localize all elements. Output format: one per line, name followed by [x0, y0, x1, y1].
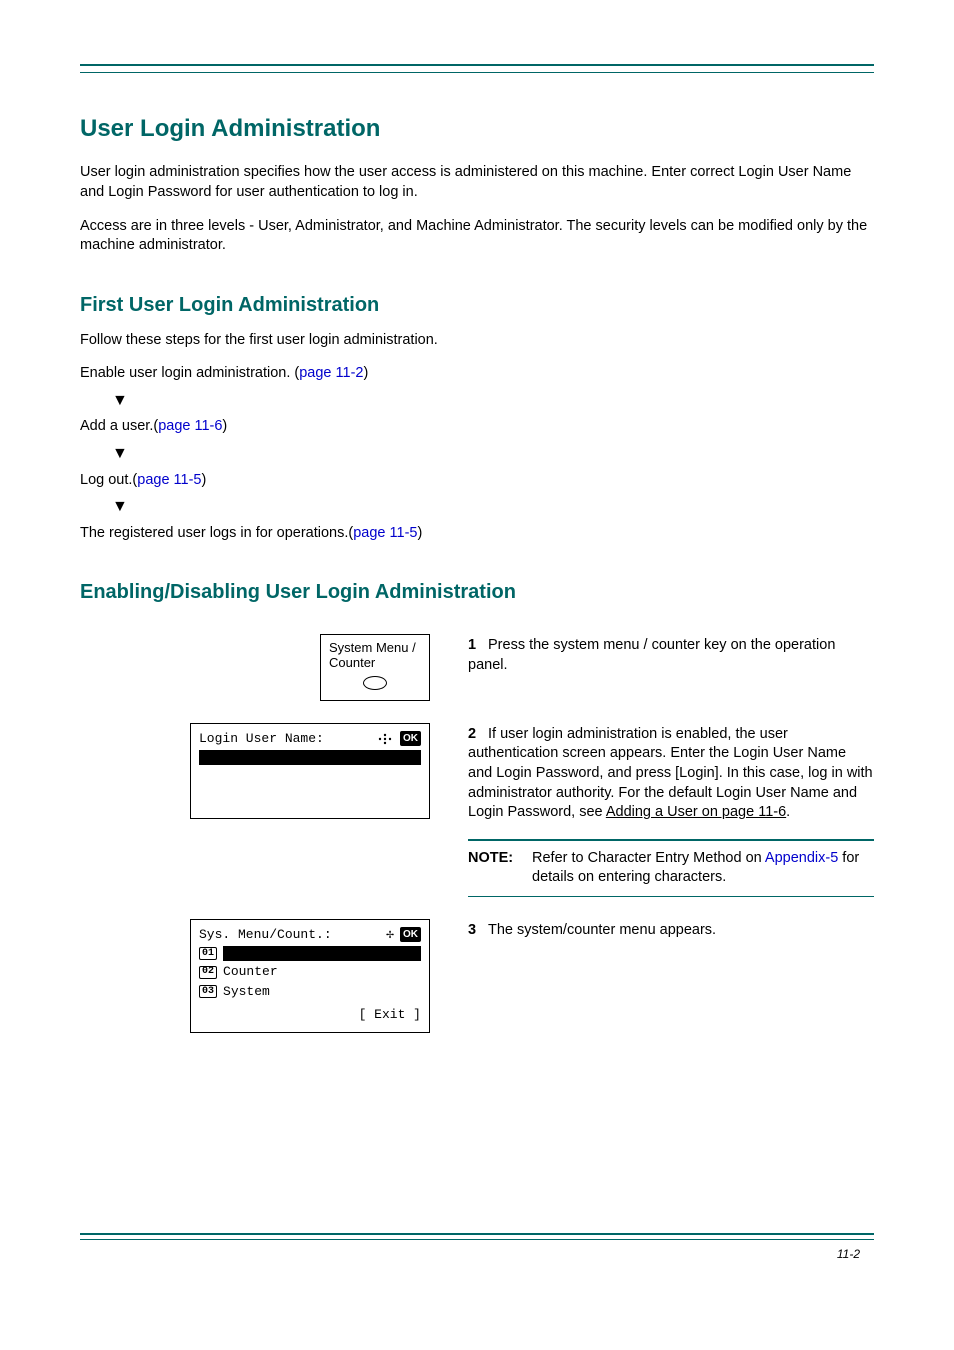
ok-icon: OK [400, 927, 421, 943]
section-title: User Login Administration [80, 113, 874, 145]
lcd-highlight-row [199, 750, 421, 765]
first-login-lead: Follow these steps for the first user lo… [80, 331, 874, 351]
system-menu-key[interactable]: System Menu / Counter [320, 634, 430, 701]
flow-enable: Enable user login administration. (page … [80, 364, 874, 384]
flow-add-link[interactable]: page 11-6 [158, 418, 222, 434]
dpad-icon [376, 732, 394, 746]
flow-registered: The registered user logs in for operatio… [80, 524, 874, 544]
row-num-3: 03 [199, 985, 217, 998]
lcd-highlight-row [223, 946, 421, 961]
intro-paragraph-2: Access are in three levels - User, Admin… [80, 217, 874, 256]
lcd-row-1: 01 [199, 946, 421, 961]
note-text: Refer to Character Entry Method on Appen… [532, 849, 874, 888]
flow-arrow-icon: ▼ [112, 496, 874, 518]
oval-button-icon [363, 676, 387, 690]
lcd-title: Login User Name: [199, 730, 324, 748]
flow-arrow-icon: ▼ [112, 390, 874, 412]
step-2: Login User Name: OK [80, 723, 874, 897]
lcd-title: Sys. Menu/Count.: [199, 926, 332, 944]
system-menu-key-line1: System Menu / [329, 640, 416, 655]
note-block: NOTE: Refer to Character Entry Method on… [468, 839, 874, 897]
system-menu-key-line2: Counter [329, 655, 375, 670]
appendix-link[interactable]: Appendix-5 [765, 850, 838, 866]
step-3: Sys. Menu/Count.: ✢ OK 01 02 Counter [80, 919, 874, 1033]
flow-arrow-icon: ▼ [112, 443, 874, 465]
flow-logout-link[interactable]: page 11-5 [137, 472, 201, 488]
flow-logout: Log out.(page 11-5) [80, 471, 874, 491]
step1-text: 1Press the system menu / counter key on … [468, 636, 874, 675]
flow-registered-link[interactable]: page 11-5 [353, 525, 417, 541]
lcd-row-2: 02 Counter [199, 963, 421, 981]
lcd-sysmenu-screen: Sys. Menu/Count.: ✢ OK 01 02 Counter [190, 919, 430, 1033]
enable-disable-heading: Enabling/Disabling User Login Administra… [80, 579, 874, 606]
lcd-exit-label: [ Exit ] [199, 1006, 421, 1024]
step-1: System Menu / Counter 1Press the system … [80, 634, 874, 701]
step3-text: 3The system/counter menu appears. [468, 921, 874, 941]
note-label: NOTE: [468, 849, 522, 888]
nav-arrows-icon: ✢ [386, 928, 394, 941]
adding-user-link[interactable]: Adding a User on page 11-6 [606, 804, 786, 820]
flow-enable-link[interactable]: page 11-2 [299, 365, 363, 381]
lcd-login-screen: Login User Name: OK [190, 723, 430, 819]
lcd-row-3: 03 System [199, 983, 421, 1001]
row-num-1: 01 [199, 947, 217, 960]
page-number: 11-2 [80, 1246, 874, 1262]
step2-text: 2If user login administration is enabled… [468, 725, 874, 823]
flow-add: Add a user.(page 11-6) [80, 417, 874, 437]
ok-icon: OK [400, 731, 421, 747]
intro-paragraph-1: User login administration specifies how … [80, 163, 874, 202]
row-num-2: 02 [199, 966, 217, 979]
page-footer: 11-2 [80, 1233, 874, 1262]
first-login-heading: First User Login Administration [80, 292, 874, 319]
